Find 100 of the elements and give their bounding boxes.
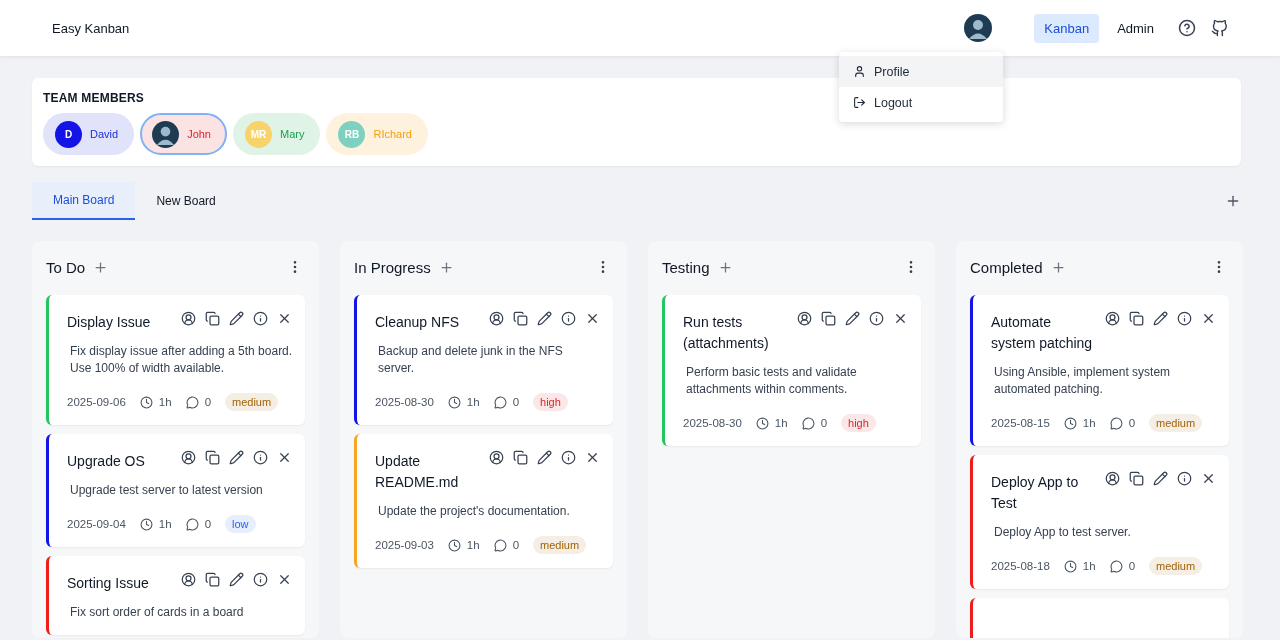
edit-icon[interactable] [845, 311, 861, 327]
info-icon[interactable] [253, 450, 269, 466]
assign-user-icon[interactable] [489, 450, 505, 466]
assign-user-icon[interactable] [181, 450, 197, 466]
copy-icon[interactable] [513, 450, 529, 466]
assign-user-icon[interactable] [1105, 471, 1121, 487]
column-title: Completed [970, 258, 1043, 276]
edit-icon[interactable] [229, 572, 245, 588]
task-card[interactable]: Cleanup NFS Backup and delete junk in the NFS server. 2025-08-30 1h 0 high [354, 295, 613, 425]
comment-icon [1109, 416, 1123, 430]
priority-tag: low [225, 515, 256, 533]
edit-icon[interactable] [537, 311, 553, 327]
add-card-icon[interactable] [93, 259, 109, 275]
priority-tag: medium [1149, 414, 1203, 432]
edit-icon[interactable] [1153, 471, 1169, 487]
assign-user-icon[interactable] [1105, 311, 1121, 327]
task-card[interactable]: Display Issue Fix display issue after adding a 5th board. Use 100% of width available. 2025-09-06 1h 0 medium [46, 295, 305, 425]
card-description: Update the project's documentation. [378, 503, 571, 520]
assign-user-icon[interactable] [181, 311, 197, 327]
edit-icon[interactable] [229, 450, 245, 466]
copy-icon[interactable] [205, 311, 221, 327]
comment-count: 0 [1128, 417, 1136, 429]
info-icon[interactable] [253, 572, 269, 588]
help-icon[interactable] [1178, 19, 1196, 37]
column-title: Testing [662, 258, 710, 276]
column-title: To Do [46, 258, 86, 276]
assign-user-icon[interactable] [797, 311, 813, 327]
effort: 1h [466, 396, 480, 408]
user-icon [853, 65, 866, 78]
clock-icon [1063, 416, 1077, 430]
add-card-icon[interactable] [717, 259, 733, 275]
assign-user-icon[interactable] [181, 572, 197, 588]
task-card[interactable]: Run tests (attachments) Perform basic tests and validate attachments within comments. 2025-08-30 1h 0 high [662, 295, 921, 446]
menu-item[interactable]: Logout [839, 87, 1003, 118]
copy-icon[interactable] [513, 311, 529, 327]
priority-tag: high [533, 393, 568, 411]
info-icon[interactable] [869, 311, 885, 327]
card-title: Update README.md [375, 452, 460, 492]
board-tab[interactable]: New Board [135, 182, 237, 220]
due-date: 2025-09-06 [67, 396, 126, 408]
add-board-icon[interactable] [1225, 193, 1241, 209]
due-date: 2025-08-30 [683, 417, 742, 429]
card-description: Backup and delete junk in the NFS server. [378, 343, 564, 377]
due-date: 2025-08-15 [991, 417, 1050, 429]
effort: 1h [158, 396, 172, 408]
member-name: Mary [280, 128, 305, 140]
card-description: Deploy App to test server. [994, 524, 1132, 541]
card-description: Fix sort order of cards in a board [70, 604, 245, 621]
task-card[interactable]: Update README.md Update the project's documentation. 2025-09-03 1h 0 medium [354, 434, 613, 568]
task-card[interactable]: Sorting Issue Fix sort order of cards in a board [46, 556, 305, 635]
info-icon[interactable] [561, 450, 577, 466]
column-title: In Progress [354, 258, 431, 276]
comment-icon [801, 416, 815, 430]
member-avatar [152, 120, 180, 148]
nav-link[interactable]: Admin [1107, 13, 1164, 43]
comment-icon [185, 517, 199, 531]
info-icon[interactable] [253, 311, 269, 327]
effort: 1h [158, 518, 172, 530]
member-name: John [187, 128, 211, 140]
add-card-icon[interactable] [438, 259, 454, 275]
member-name: David [90, 128, 119, 140]
task-card[interactable]: Deploy App to Test Deploy App to test server. 2025-08-18 1h 0 medium [970, 455, 1229, 589]
add-card-icon[interactable] [1050, 259, 1066, 275]
card-title: Deploy App to Test [991, 473, 1080, 513]
comment-count: 0 [1128, 560, 1136, 572]
task-card[interactable]: Upgrade OS Upgrade test server to latest version 2025-09-04 1h 0 low [46, 434, 305, 547]
logout-icon [853, 96, 866, 109]
member-name: RIchard [373, 128, 412, 140]
effort: 1h [774, 417, 788, 429]
card-title: Display Issue [67, 313, 152, 332]
user-avatar[interactable] [964, 14, 993, 42]
board-tab[interactable]: Main Board [32, 182, 136, 220]
member-chip[interactable]: D David [43, 113, 135, 155]
card-title: Automate system patching [991, 313, 1093, 353]
card-title: Cleanup NFS [375, 313, 461, 332]
menu-item[interactable]: Profile [839, 56, 1003, 87]
panel-title: TEAM MEMBERS [43, 91, 145, 105]
info-icon[interactable] [1177, 471, 1193, 487]
copy-icon[interactable] [821, 311, 837, 327]
info-icon[interactable] [1177, 311, 1193, 327]
edit-icon[interactable] [537, 450, 553, 466]
assign-user-icon[interactable] [489, 311, 505, 327]
nav-link[interactable]: Kanban [1034, 13, 1100, 43]
task-card[interactable]: Automate system patching Using Ansible, implement system automated patching. 2025-08-15 1h 0 medium [970, 295, 1229, 446]
clock-icon [755, 416, 769, 430]
github-icon[interactable] [1210, 19, 1228, 37]
card-description: Using Ansible, implement system automated patching. [994, 364, 1172, 398]
clock-icon [139, 517, 153, 531]
copy-icon[interactable] [205, 450, 221, 466]
comment-count: 0 [820, 417, 828, 429]
info-icon[interactable] [561, 311, 577, 327]
copy-icon[interactable] [1129, 471, 1145, 487]
comment-icon [1109, 559, 1123, 573]
member-chip[interactable]: John [140, 113, 227, 155]
member-initials: RB [338, 120, 366, 148]
edit-icon[interactable] [229, 311, 245, 327]
copy-icon[interactable] [1129, 311, 1145, 327]
edit-icon[interactable] [1153, 311, 1169, 327]
effort: 1h [466, 539, 480, 551]
copy-icon[interactable] [205, 572, 221, 588]
